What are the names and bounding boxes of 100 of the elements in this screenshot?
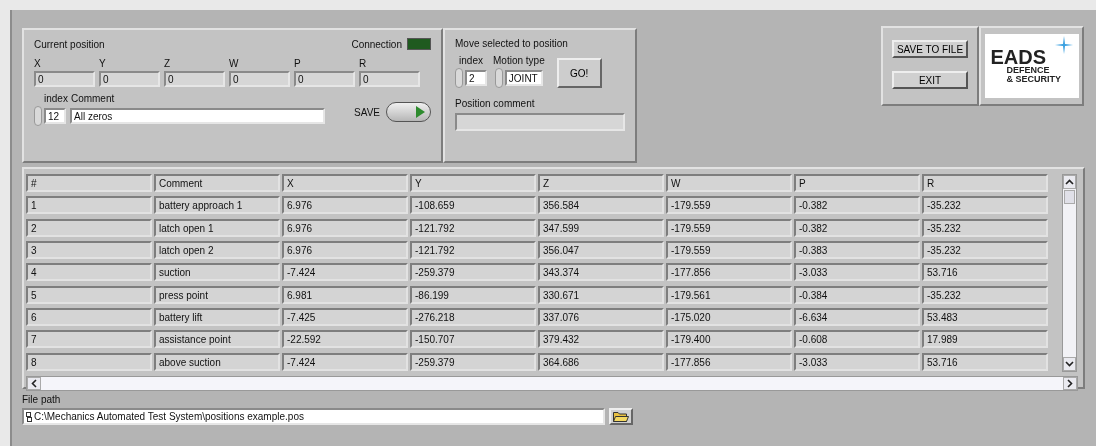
table-cell: -6.634	[794, 307, 920, 326]
table-cell: 364.686	[538, 352, 664, 371]
panel-title: Current position	[34, 39, 105, 50]
table-cell: -3.033	[794, 352, 920, 371]
table-cell: latch open 2	[154, 241, 280, 259]
table-cell: assistance point	[154, 330, 280, 349]
table-cell: above suction	[154, 352, 280, 371]
field-label: Y	[99, 58, 107, 69]
column-header: Comment	[154, 174, 280, 192]
position-comment-field[interactable]	[455, 113, 625, 131]
table-cell: press point	[154, 285, 280, 304]
value-field[interactable]: 0	[294, 71, 355, 87]
vertical-scrollbar[interactable]	[1062, 174, 1077, 372]
table-cell: -179.559	[666, 196, 792, 215]
table-cell: 337.076	[538, 307, 664, 326]
field-label: Z	[164, 58, 172, 69]
logo-subtitle: DEFENCE	[1005, 66, 1051, 75]
spinner-icon[interactable]	[455, 68, 463, 88]
save-toggle[interactable]	[386, 102, 431, 122]
table-cell: 379.432	[538, 330, 664, 349]
table-cell: -150.707	[410, 330, 536, 349]
table-cell: 4	[26, 263, 152, 282]
index-field[interactable]: 12	[44, 108, 66, 124]
table-cell: 6.976	[282, 196, 408, 215]
table-cell: -35.232	[922, 218, 1048, 237]
connection-label: Connection	[351, 39, 402, 50]
table-cell: 17.989	[922, 330, 1048, 349]
horizontal-scrollbar[interactable]	[26, 376, 1078, 391]
table-cell: 1	[26, 196, 152, 215]
table-cell: 53.716	[922, 352, 1048, 371]
table-cell: 3	[26, 241, 152, 259]
table-cell: -175.020	[666, 307, 792, 326]
table-cell: -7.424	[282, 263, 408, 282]
table-cell: -177.856	[666, 352, 792, 371]
field-label: W	[229, 58, 240, 69]
table-cell: -276.218	[410, 307, 536, 326]
column-header: #	[26, 174, 152, 192]
table-cell: -179.561	[666, 285, 792, 304]
value-field[interactable]: 0	[229, 71, 290, 87]
save-label: SAVE	[354, 106, 380, 118]
table-cell: suction	[154, 263, 280, 282]
table-cell: -121.792	[410, 218, 536, 237]
column-header: R	[922, 174, 1048, 192]
field-label: R	[359, 58, 368, 69]
table-cell: 53.483	[922, 307, 1048, 326]
table-cell: 330.671	[538, 285, 664, 304]
table-cell: -259.379	[410, 263, 536, 282]
table-cell: 7	[26, 330, 152, 349]
file-path-label: File path	[22, 394, 62, 405]
motion-type-field[interactable]: JOINT	[504, 70, 543, 86]
table-cell: -179.559	[666, 241, 792, 259]
value-field[interactable]: 0	[164, 71, 225, 87]
table-cell: -177.856	[666, 263, 792, 282]
value-field[interactable]: 0	[99, 71, 160, 87]
index-field[interactable]: 2	[465, 70, 487, 86]
panel-title: Move selected to position	[455, 38, 569, 49]
table-cell: 6	[26, 307, 152, 326]
table-cell: 343.374	[538, 263, 664, 282]
column-header: Z	[538, 174, 664, 192]
spinner-icon[interactable]	[34, 106, 42, 126]
index-label: index	[44, 93, 68, 104]
table-cell: 347.599	[538, 218, 664, 237]
table-cell: 6.976	[282, 218, 408, 237]
table-cell: -179.559	[666, 218, 792, 237]
column-header: W	[666, 174, 792, 192]
file-path-field[interactable]: C:\Mechanics Automated Test System\positions example.pos	[22, 408, 605, 425]
table-cell: -0.382	[794, 218, 920, 237]
go-button[interactable]: GO!	[556, 58, 602, 88]
table-cell: 8	[26, 352, 152, 371]
table-cell: -3.033	[794, 263, 920, 282]
position-comment-label: Position comment	[455, 98, 536, 109]
file-path-text: C:\Mechanics Automated Test System\positions example.pos	[34, 411, 304, 422]
table-cell: -0.382	[794, 196, 920, 215]
table-cell: -259.379	[410, 352, 536, 371]
table-cell: 53.716	[922, 263, 1048, 282]
comment-field[interactable]: All zeros	[70, 108, 325, 124]
path-icon	[26, 411, 32, 422]
table-cell: -35.232	[922, 196, 1048, 215]
button[interactable]: EXIT	[892, 71, 968, 89]
table-cell: battery approach 1	[154, 196, 280, 215]
field-label: X	[34, 58, 42, 69]
button[interactable]: SAVE TO FILE	[892, 40, 968, 58]
table-cell: -108.659	[410, 196, 536, 215]
table-cell: -7.424	[282, 352, 408, 371]
scroll-thumb[interactable]	[1064, 190, 1075, 204]
browse-button[interactable]	[609, 408, 633, 425]
spinner-icon[interactable]	[494, 68, 503, 88]
table-cell: 356.584	[538, 196, 664, 215]
index-label: index	[459, 55, 483, 66]
table-cell: -22.592	[282, 330, 408, 349]
column-header: P	[794, 174, 920, 192]
value-field[interactable]: 0	[359, 71, 420, 87]
logo-subtitle: & SECURITY	[1005, 75, 1062, 84]
comment-label: Comment	[70, 93, 115, 104]
value-field[interactable]: 0	[34, 71, 95, 87]
motion-type-label: Motion type	[493, 55, 545, 66]
table-cell: 5	[26, 285, 152, 304]
table-cell: latch open 1	[154, 218, 280, 237]
column-header: X	[282, 174, 408, 192]
table-cell: -179.400	[666, 330, 792, 349]
